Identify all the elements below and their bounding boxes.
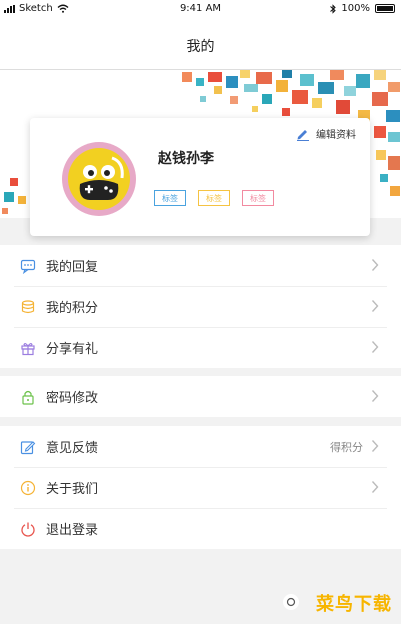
tag-1: 标签 [154,190,186,206]
pencil-icon [297,129,309,141]
edit-profile-button[interactable]: 编辑资料 [296,126,356,141]
gamepad-face-icon [79,156,124,200]
menu-item-my-points[interactable]: 我的积分 [0,286,401,327]
menu-item-feedback[interactable]: 意见反馈 得积分 [0,426,401,467]
menu-item-label: 密码修改 [46,391,99,406]
circle-icon [286,597,296,607]
menu-item-label: 意见反馈 [46,441,99,456]
menu-item-label: 分享有礼 [46,342,99,357]
message-icon [20,258,36,274]
user-name: 赵钱孙李 [158,151,214,167]
chevron-right-icon [371,481,379,493]
chevron-right-icon [371,440,379,452]
coins-icon [20,299,36,315]
battery-icon [375,4,395,13]
status-right: 100% [330,3,395,14]
page-title: 我的 [186,39,215,55]
chevron-right-icon [371,390,379,402]
menu-group-other: 意见反馈 得积分 关于我们 退出登录 [0,426,401,549]
nav-bar: 我的 [0,18,401,70]
info-icon [20,480,36,496]
battery-percent: 100% [341,3,370,14]
menu-item-my-replies[interactable]: 我的回复 [0,245,401,286]
menu-item-label: 退出登录 [46,523,99,538]
menu-item-share-gift[interactable]: 分享有礼 [0,327,401,368]
menu-group-account: 我的回复 我的积分 分享有礼 [0,245,401,368]
menu-item-label: 关于我们 [46,482,99,497]
edit-profile-label: 编辑资料 [316,130,356,141]
profile-card: 赵钱孙李 标签 标签 标签 编辑资料 [30,118,370,236]
avatar[interactable] [62,142,136,216]
menu-item-change-password[interactable]: 密码修改 [0,376,401,417]
bluetooth-icon [330,3,337,14]
menu-item-label: 我的回复 [46,260,99,275]
menu-item-label: 我的积分 [46,301,99,316]
gift-icon [20,340,36,356]
floating-assistive-button[interactable] [283,594,299,610]
watermark: 菜鸟下载 [316,594,392,615]
earn-points-note: 得积分 [330,441,363,454]
lock-icon [20,389,36,405]
power-icon [20,521,36,537]
tag-2: 标签 [198,190,230,206]
menu-group-security: 密码修改 [0,376,401,417]
avatar-face [68,148,130,210]
status-bar: Sketch 9:41 AM 100% [0,0,401,18]
tag-3: 标签 [242,190,274,206]
chevron-right-icon [371,259,379,271]
feedback-icon [20,439,36,455]
chevron-right-icon [371,341,379,353]
menu-item-about-us[interactable]: 关于我们 [0,467,401,508]
chevron-right-icon [371,300,379,312]
menu-item-logout[interactable]: 退出登录 [0,508,401,549]
tag-list: 标签 标签 标签 [154,190,274,206]
